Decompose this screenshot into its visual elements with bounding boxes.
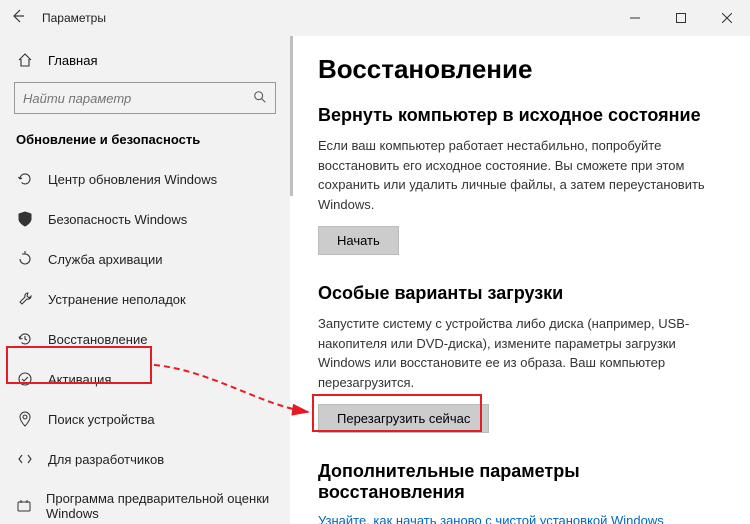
check-circle-icon bbox=[16, 371, 34, 387]
search-box[interactable] bbox=[14, 82, 276, 114]
sidebar-item-find-device[interactable]: Поиск устройства bbox=[0, 399, 290, 439]
backup-icon bbox=[16, 251, 34, 267]
maximize-button[interactable] bbox=[658, 0, 704, 36]
close-button[interactable] bbox=[704, 0, 750, 36]
sidebar-item-activation[interactable]: Активация bbox=[0, 359, 290, 399]
search-input[interactable] bbox=[23, 91, 253, 106]
scrollbar[interactable] bbox=[290, 36, 293, 524]
restart-now-button[interactable]: Перезагрузить сейчас bbox=[318, 404, 489, 433]
code-icon bbox=[16, 451, 34, 467]
sidebar: Главная Обновление и безопасность Центр … bbox=[0, 36, 290, 524]
sidebar-item-label: Устранение неполадок bbox=[48, 292, 186, 307]
window-title: Параметры bbox=[42, 11, 106, 25]
location-icon bbox=[16, 411, 34, 427]
home-icon bbox=[16, 52, 34, 68]
sidebar-item-insider[interactable]: Программа предварительной оценки Windows bbox=[0, 479, 290, 524]
titlebar: Параметры bbox=[0, 0, 750, 36]
back-button[interactable] bbox=[0, 8, 36, 29]
sidebar-item-label: Служба архивации bbox=[48, 252, 163, 267]
refresh-icon bbox=[16, 171, 34, 187]
sidebar-item-label: Центр обновления Windows bbox=[48, 172, 217, 187]
sidebar-item-label: Поиск устройства bbox=[48, 412, 155, 427]
window-controls bbox=[612, 0, 750, 36]
sidebar-item-label: Программа предварительной оценки Windows bbox=[46, 491, 274, 521]
sidebar-item-label: Активация bbox=[48, 372, 111, 387]
fresh-start-link[interactable]: Узнайте, как начать заново с чистой уста… bbox=[318, 513, 722, 524]
sidebar-home-label: Главная bbox=[48, 53, 97, 68]
sidebar-home[interactable]: Главная bbox=[0, 44, 290, 76]
minimize-button[interactable] bbox=[612, 0, 658, 36]
section-advanced-startup-body: Запустите систему с устройства либо диск… bbox=[318, 314, 718, 392]
sidebar-item-label: Восстановление bbox=[48, 332, 147, 347]
sidebar-item-label: Безопасность Windows bbox=[48, 212, 187, 227]
shield-icon bbox=[16, 211, 34, 227]
sidebar-item-backup[interactable]: Служба архивации bbox=[0, 239, 290, 279]
sidebar-item-windows-update[interactable]: Центр обновления Windows bbox=[0, 159, 290, 199]
section-reset-body: Если ваш компьютер работает нестабильно,… bbox=[318, 136, 718, 214]
history-icon bbox=[16, 331, 34, 347]
section-advanced-startup-title: Особые варианты загрузки bbox=[318, 283, 722, 304]
main-panel: Восстановление Вернуть компьютер в исход… bbox=[290, 36, 750, 524]
insider-icon bbox=[16, 498, 32, 514]
reset-start-button[interactable]: Начать bbox=[318, 226, 399, 255]
section-more-recovery-title: Дополнительные параметры восстановления bbox=[318, 461, 722, 503]
scrollbar-thumb[interactable] bbox=[290, 36, 293, 196]
sidebar-item-windows-security[interactable]: Безопасность Windows bbox=[0, 199, 290, 239]
page-title: Восстановление bbox=[318, 54, 722, 85]
wrench-icon bbox=[16, 291, 34, 307]
sidebar-item-developers[interactable]: Для разработчиков bbox=[0, 439, 290, 479]
search-icon bbox=[253, 90, 267, 107]
section-reset-title: Вернуть компьютер в исходное состояние bbox=[318, 105, 722, 126]
sidebar-section-label: Обновление и безопасность bbox=[0, 126, 290, 159]
sidebar-item-recovery[interactable]: Восстановление bbox=[0, 319, 290, 359]
sidebar-item-label: Для разработчиков bbox=[48, 452, 164, 467]
sidebar-item-troubleshoot[interactable]: Устранение неполадок bbox=[0, 279, 290, 319]
